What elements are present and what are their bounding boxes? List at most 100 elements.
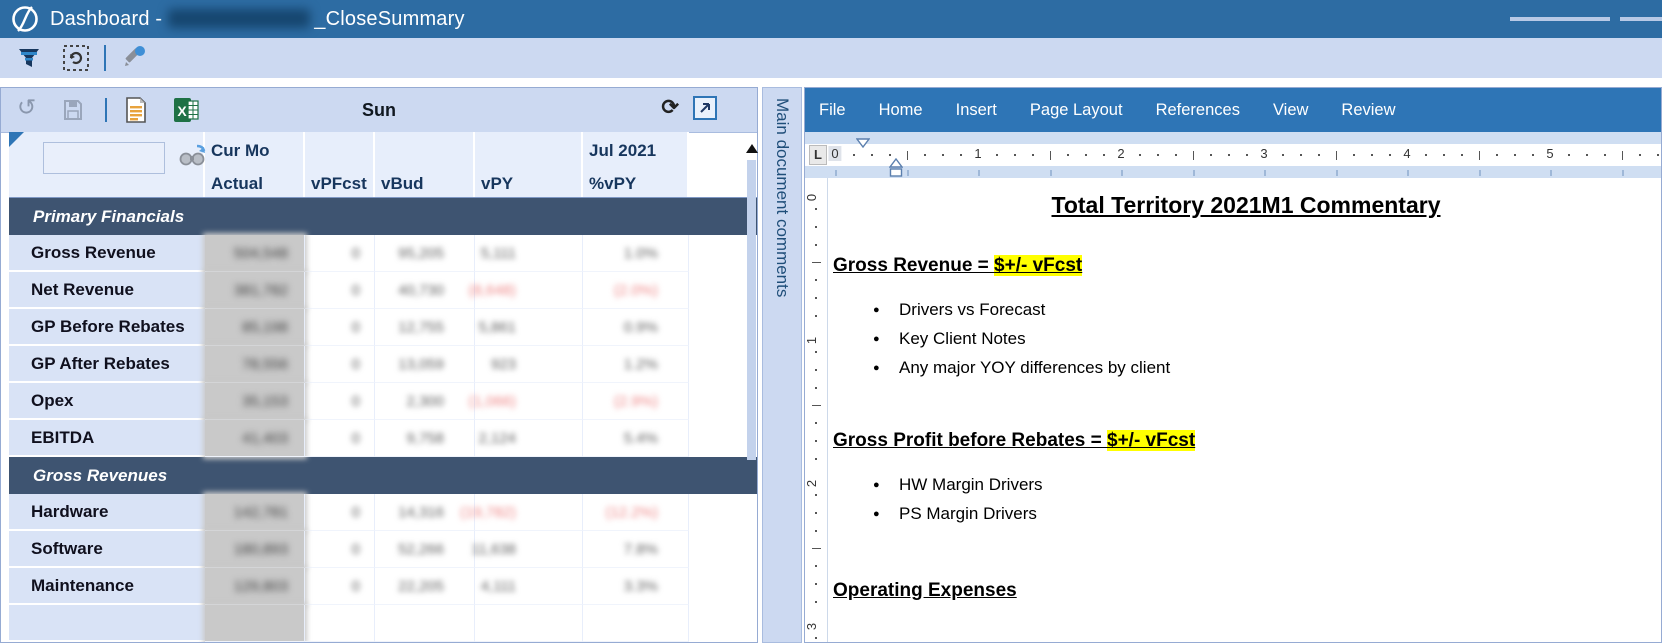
cell-vpy: 923	[475, 346, 583, 383]
row-label: Net Revenue	[9, 272, 205, 309]
cell-actual: 180,893	[205, 531, 305, 568]
cell-vpy: 4,111	[475, 568, 583, 605]
bullet-item: Drivers vs Forecast	[831, 295, 1661, 325]
table-row: Maintenance 129,803 0 22,205 4,111 3.3%	[9, 568, 757, 605]
row-label: Maintenance	[9, 568, 205, 605]
bullet-list: Drivers vs ForecastKey Client NotesAny m…	[831, 295, 1661, 383]
section-header-row: Gross Revenues	[9, 457, 757, 494]
ribbon-tab-view[interactable]: View	[1273, 88, 1308, 132]
row-label: GP Before Rebates	[9, 309, 205, 346]
table-row: Software 180,893 0 52,266 11,638 7.8%	[9, 531, 757, 568]
cell-pvpy: 5.4%	[583, 420, 689, 457]
cell-pvpy: (12.2%)	[583, 494, 689, 531]
cell-actual	[205, 605, 305, 642]
header-corner-cell	[9, 132, 205, 174]
cell-actual: 41,403	[205, 420, 305, 457]
cell-vpfcst: 0	[305, 494, 375, 531]
cell-vbud: 2,300	[375, 383, 475, 420]
ribbon-tab-review[interactable]: Review	[1341, 88, 1395, 132]
bullet-item: HW Margin Drivers	[831, 470, 1661, 500]
cell-vbud	[375, 605, 475, 642]
ribbon-tab-home[interactable]: Home	[879, 88, 923, 132]
cell-actual: 35,153	[205, 383, 305, 420]
table-row: Net Revenue 381,782 0 40,730 (8,648) (2.…	[9, 272, 757, 309]
ribbon-tab-insert[interactable]: Insert	[956, 88, 997, 132]
row-label	[9, 605, 205, 642]
bullet-item: Key Client Notes	[831, 324, 1661, 354]
table-search-input[interactable]	[43, 142, 165, 174]
cell-pvpy	[583, 605, 689, 642]
table-header-row-2: Actual vPFcst vBud vPY %vPY	[9, 170, 757, 198]
window-title: Dashboard - _CloseSummary	[50, 7, 465, 30]
table-row: GP After Rebates 78,556 0 13,059 923 1.2…	[9, 346, 757, 383]
hanging-indent-marker[interactable]	[888, 157, 904, 178]
table-row: Hardware 142,781 0 14,316 (19,782) (12.2…	[9, 494, 757, 531]
widget-title: Sun	[362, 100, 396, 120]
cell-vbud: 12,755	[375, 309, 475, 346]
tab-stop-selector[interactable]: L	[809, 145, 827, 165]
ruler-zone: 0 1 2 3 4 5 L	[805, 132, 1661, 178]
redacted-text	[168, 8, 311, 28]
cell-actual: 142,781	[205, 494, 305, 531]
document-heading: Operating Expenses	[833, 580, 1017, 601]
bullet-item: Any major YOY differences by client	[831, 353, 1661, 383]
table-row: Opex 35,153 0 2,300 (1,066) (2.9%)	[9, 383, 757, 420]
cell-pvpy: 1.0%	[583, 235, 689, 272]
cell-vpy: (8,648)	[468, 272, 583, 309]
row-label: EBITDA	[9, 420, 205, 457]
header-col-group: Cur Mo	[205, 132, 305, 170]
cell-vbud: 95,205	[375, 235, 475, 272]
edit-icon[interactable]	[120, 45, 146, 71]
cell-actual: 85,198	[205, 309, 305, 346]
ruler-number: 4	[1403, 146, 1411, 161]
refresh-icon[interactable]: ⟳	[661, 95, 679, 120]
column-header-vbud: vBud	[375, 170, 475, 197]
ruler-number: 2	[1117, 146, 1125, 161]
row-label: Hardware	[9, 494, 205, 531]
ruler-number: 0	[805, 193, 820, 202]
section-header-row: Primary Financials	[9, 198, 757, 235]
ribbon-tab-references[interactable]: References	[1156, 88, 1240, 132]
expand-icon[interactable]	[693, 96, 717, 120]
cell-vpfcst: 0	[305, 568, 375, 605]
document-heading: Gross Profit before Rebates = $+/- vFcst	[833, 430, 1196, 451]
table-row: Gross Revenue 504,548 0 95,205 5,111 1.0…	[9, 235, 757, 272]
cell-actual: 381,782	[205, 272, 305, 309]
cell-vpfcst: 0	[305, 420, 375, 457]
app-window: Dashboard - _CloseSummary ↺ X Sun ⟳ Cur …	[0, 0, 1662, 644]
find-icon[interactable]	[177, 144, 207, 166]
cell-actual: 78,556	[205, 346, 305, 383]
cell-pvpy: 7.8%	[583, 531, 689, 568]
cell-vbud: 22,205	[375, 568, 475, 605]
cell-vbud: 40,730	[375, 272, 475, 309]
ribbon-tab-file[interactable]: File	[819, 88, 846, 132]
bullet-item: PS Margin Drivers	[831, 499, 1661, 529]
table-scrollbar[interactable]	[747, 160, 756, 460]
refresh-selection-icon[interactable]	[62, 44, 90, 72]
filter-icon[interactable]	[16, 45, 42, 71]
cell-vpfcst: 0	[305, 531, 375, 568]
ruler-number: 2	[805, 479, 820, 488]
cell-vpy: (1,066)	[468, 383, 583, 420]
cell-actual: 129,803	[205, 568, 305, 605]
cell-pvpy: 3.3%	[583, 568, 689, 605]
vertical-ruler: 0 1 2 3	[805, 178, 828, 642]
cell-vpy: (19,782)	[460, 494, 583, 531]
cell-vpy	[475, 605, 583, 642]
column-header-pvpy: %vPY	[583, 170, 689, 197]
ribbon-tab-page-layout[interactable]: Page Layout	[1030, 88, 1123, 132]
document-title: Total Territory 2021M1 Commentary	[1051, 192, 1441, 218]
cell-vpfcst	[305, 605, 375, 642]
cell-actual: 504,548	[205, 235, 305, 272]
scroll-up-icon[interactable]	[746, 144, 758, 153]
window-control-placeholder	[1510, 17, 1610, 21]
first-line-indent-marker[interactable]	[855, 135, 871, 153]
table-header-row-1: Cur Mo Jul 2021	[9, 132, 757, 174]
cell-vpfcst: 0	[305, 272, 375, 309]
cell-vpfcst: 0	[305, 346, 375, 383]
document-page[interactable]: 0 1 2 3 Total Territory 2021M1 Commentary G…	[805, 178, 1661, 642]
column-header-vpfcst: vPFcst	[305, 170, 375, 197]
column-header-actual: Actual	[205, 170, 305, 197]
comments-panel-tab[interactable]: Main document comments	[762, 87, 802, 643]
document-content: Total Territory 2021M1 Commentary Gross …	[831, 178, 1661, 642]
